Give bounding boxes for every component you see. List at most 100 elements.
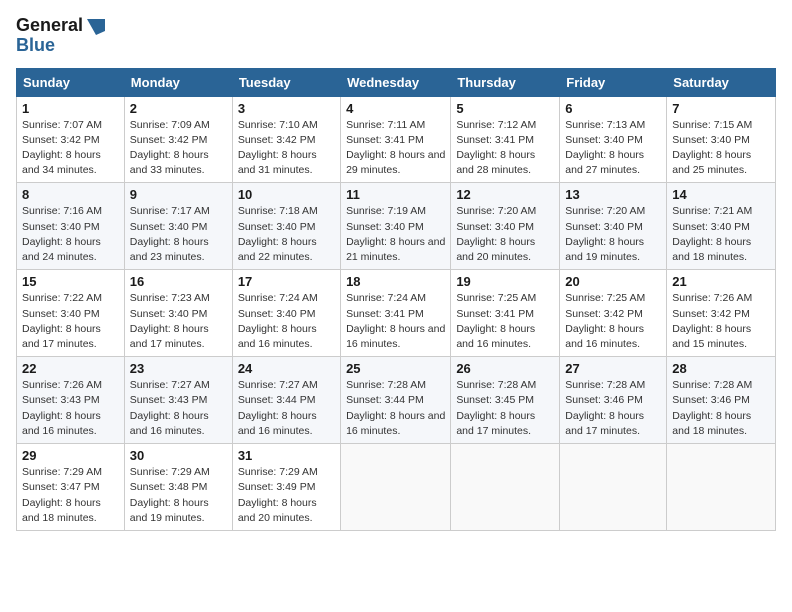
table-row: 20 Sunrise: 7:25 AMSunset: 3:42 PMDaylig…	[560, 270, 667, 357]
table-row: 1 Sunrise: 7:07 AMSunset: 3:42 PMDayligh…	[17, 96, 125, 183]
table-row: 8 Sunrise: 7:16 AMSunset: 3:40 PMDayligh…	[17, 183, 125, 270]
day-number: 25	[346, 361, 445, 376]
day-number: 7	[672, 101, 770, 116]
day-info: Sunrise: 7:24 AMSunset: 3:41 PMDaylight:…	[346, 291, 445, 352]
logo-blue: Blue	[16, 36, 55, 56]
table-row	[667, 444, 776, 531]
table-row: 21 Sunrise: 7:26 AMSunset: 3:42 PMDaylig…	[667, 270, 776, 357]
day-number: 3	[238, 101, 335, 116]
table-row: 16 Sunrise: 7:23 AMSunset: 3:40 PMDaylig…	[124, 270, 232, 357]
table-row: 18 Sunrise: 7:24 AMSunset: 3:41 PMDaylig…	[341, 270, 451, 357]
day-info: Sunrise: 7:18 AMSunset: 3:40 PMDaylight:…	[238, 204, 335, 265]
logo-general: General	[16, 16, 83, 36]
col-monday: Monday	[124, 68, 232, 96]
day-number: 11	[346, 187, 445, 202]
day-info: Sunrise: 7:28 AMSunset: 3:44 PMDaylight:…	[346, 378, 445, 439]
table-row: 4 Sunrise: 7:11 AMSunset: 3:41 PMDayligh…	[341, 96, 451, 183]
table-row: 23 Sunrise: 7:27 AMSunset: 3:43 PMDaylig…	[124, 357, 232, 444]
col-wednesday: Wednesday	[341, 68, 451, 96]
table-row: 19 Sunrise: 7:25 AMSunset: 3:41 PMDaylig…	[451, 270, 560, 357]
day-number: 5	[456, 101, 554, 116]
day-number: 6	[565, 101, 661, 116]
day-info: Sunrise: 7:15 AMSunset: 3:40 PMDaylight:…	[672, 118, 770, 179]
table-row: 27 Sunrise: 7:28 AMSunset: 3:46 PMDaylig…	[560, 357, 667, 444]
day-info: Sunrise: 7:12 AMSunset: 3:41 PMDaylight:…	[456, 118, 554, 179]
day-number: 1	[22, 101, 119, 116]
day-info: Sunrise: 7:29 AMSunset: 3:48 PMDaylight:…	[130, 465, 227, 526]
table-row: 15 Sunrise: 7:22 AMSunset: 3:40 PMDaylig…	[17, 270, 125, 357]
day-number: 16	[130, 274, 227, 289]
day-info: Sunrise: 7:20 AMSunset: 3:40 PMDaylight:…	[456, 204, 554, 265]
table-row: 3 Sunrise: 7:10 AMSunset: 3:42 PMDayligh…	[232, 96, 340, 183]
day-info: Sunrise: 7:28 AMSunset: 3:45 PMDaylight:…	[456, 378, 554, 439]
day-number: 15	[22, 274, 119, 289]
page-header: General Blue	[16, 16, 776, 56]
table-row: 11 Sunrise: 7:19 AMSunset: 3:40 PMDaylig…	[341, 183, 451, 270]
day-number: 31	[238, 448, 335, 463]
col-tuesday: Tuesday	[232, 68, 340, 96]
day-number: 23	[130, 361, 227, 376]
day-number: 18	[346, 274, 445, 289]
day-info: Sunrise: 7:16 AMSunset: 3:40 PMDaylight:…	[22, 204, 119, 265]
day-info: Sunrise: 7:26 AMSunset: 3:42 PMDaylight:…	[672, 291, 770, 352]
day-info: Sunrise: 7:28 AMSunset: 3:46 PMDaylight:…	[672, 378, 770, 439]
table-row: 9 Sunrise: 7:17 AMSunset: 3:40 PMDayligh…	[124, 183, 232, 270]
day-number: 10	[238, 187, 335, 202]
day-number: 14	[672, 187, 770, 202]
day-number: 21	[672, 274, 770, 289]
table-row: 14 Sunrise: 7:21 AMSunset: 3:40 PMDaylig…	[667, 183, 776, 270]
day-info: Sunrise: 7:29 AMSunset: 3:49 PMDaylight:…	[238, 465, 335, 526]
day-info: Sunrise: 7:29 AMSunset: 3:47 PMDaylight:…	[22, 465, 119, 526]
day-info: Sunrise: 7:09 AMSunset: 3:42 PMDaylight:…	[130, 118, 227, 179]
day-number: 29	[22, 448, 119, 463]
table-row: 22 Sunrise: 7:26 AMSunset: 3:43 PMDaylig…	[17, 357, 125, 444]
table-row	[341, 444, 451, 531]
day-info: Sunrise: 7:23 AMSunset: 3:40 PMDaylight:…	[130, 291, 227, 352]
col-sunday: Sunday	[17, 68, 125, 96]
day-info: Sunrise: 7:10 AMSunset: 3:42 PMDaylight:…	[238, 118, 335, 179]
day-number: 20	[565, 274, 661, 289]
day-number: 22	[22, 361, 119, 376]
table-row: 7 Sunrise: 7:15 AMSunset: 3:40 PMDayligh…	[667, 96, 776, 183]
day-number: 30	[130, 448, 227, 463]
calendar-header-row: Sunday Monday Tuesday Wednesday Thursday…	[17, 68, 776, 96]
day-number: 28	[672, 361, 770, 376]
day-number: 12	[456, 187, 554, 202]
day-info: Sunrise: 7:26 AMSunset: 3:43 PMDaylight:…	[22, 378, 119, 439]
day-info: Sunrise: 7:13 AMSunset: 3:40 PMDaylight:…	[565, 118, 661, 179]
day-number: 27	[565, 361, 661, 376]
day-number: 9	[130, 187, 227, 202]
table-row: 24 Sunrise: 7:27 AMSunset: 3:44 PMDaylig…	[232, 357, 340, 444]
day-info: Sunrise: 7:19 AMSunset: 3:40 PMDaylight:…	[346, 204, 445, 265]
day-info: Sunrise: 7:07 AMSunset: 3:42 PMDaylight:…	[22, 118, 119, 179]
day-info: Sunrise: 7:27 AMSunset: 3:44 PMDaylight:…	[238, 378, 335, 439]
day-number: 2	[130, 101, 227, 116]
day-number: 13	[565, 187, 661, 202]
table-row: 26 Sunrise: 7:28 AMSunset: 3:45 PMDaylig…	[451, 357, 560, 444]
day-number: 8	[22, 187, 119, 202]
day-number: 17	[238, 274, 335, 289]
day-info: Sunrise: 7:20 AMSunset: 3:40 PMDaylight:…	[565, 204, 661, 265]
calendar-table: Sunday Monday Tuesday Wednesday Thursday…	[16, 68, 776, 531]
table-row: 13 Sunrise: 7:20 AMSunset: 3:40 PMDaylig…	[560, 183, 667, 270]
table-row	[560, 444, 667, 531]
table-row: 17 Sunrise: 7:24 AMSunset: 3:40 PMDaylig…	[232, 270, 340, 357]
table-row: 12 Sunrise: 7:20 AMSunset: 3:40 PMDaylig…	[451, 183, 560, 270]
day-info: Sunrise: 7:25 AMSunset: 3:41 PMDaylight:…	[456, 291, 554, 352]
col-saturday: Saturday	[667, 68, 776, 96]
table-row: 25 Sunrise: 7:28 AMSunset: 3:44 PMDaylig…	[341, 357, 451, 444]
day-info: Sunrise: 7:22 AMSunset: 3:40 PMDaylight:…	[22, 291, 119, 352]
table-row: 2 Sunrise: 7:09 AMSunset: 3:42 PMDayligh…	[124, 96, 232, 183]
col-thursday: Thursday	[451, 68, 560, 96]
logo-text-block: General Blue	[16, 16, 107, 56]
day-number: 26	[456, 361, 554, 376]
day-number: 4	[346, 101, 445, 116]
table-row: 28 Sunrise: 7:28 AMSunset: 3:46 PMDaylig…	[667, 357, 776, 444]
table-row: 30 Sunrise: 7:29 AMSunset: 3:48 PMDaylig…	[124, 444, 232, 531]
table-row: 5 Sunrise: 7:12 AMSunset: 3:41 PMDayligh…	[451, 96, 560, 183]
day-info: Sunrise: 7:25 AMSunset: 3:42 PMDaylight:…	[565, 291, 661, 352]
table-row	[451, 444, 560, 531]
day-number: 24	[238, 361, 335, 376]
col-friday: Friday	[560, 68, 667, 96]
day-number: 19	[456, 274, 554, 289]
